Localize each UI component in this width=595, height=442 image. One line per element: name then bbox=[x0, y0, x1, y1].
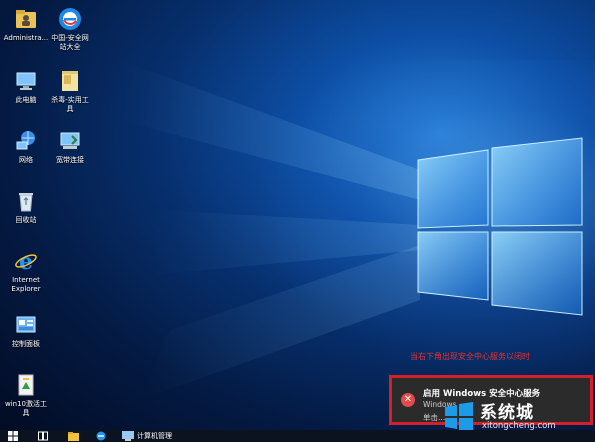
task-view-icon bbox=[38, 431, 48, 441]
desktop-icon-broadband[interactable]: 宽带连接 bbox=[44, 128, 96, 165]
task-view-button[interactable] bbox=[38, 431, 48, 441]
desktop-icon-safety-sites[interactable]: 中国-安全网 站大全 bbox=[44, 6, 96, 52]
desktop-icon-label: 控制面板 bbox=[12, 340, 40, 348]
ie-icon bbox=[96, 431, 106, 441]
desktop-icon-label: Internet Explorer bbox=[11, 276, 41, 293]
svg-text:e: e bbox=[19, 249, 33, 273]
ie-taskbar-button[interactable] bbox=[96, 431, 106, 441]
annotation-text: 当右下角出现安全中心服务以闭时 bbox=[410, 352, 530, 361]
desktop-icon-label: 回收站 bbox=[15, 216, 37, 224]
desktop-icon-recycle-bin[interactable]: 回收站 bbox=[0, 188, 52, 225]
desktop-icon-label: 宽带连接 bbox=[56, 156, 84, 164]
browser-e-icon bbox=[57, 6, 83, 32]
activation-tool-icon bbox=[13, 372, 39, 398]
computer-icon bbox=[13, 68, 39, 94]
start-button[interactable] bbox=[8, 431, 18, 441]
ie-icon: e bbox=[13, 248, 39, 274]
watermark-brand: 系统城 bbox=[480, 403, 534, 423]
watermark-logo-icon bbox=[442, 400, 476, 434]
start-icon bbox=[8, 431, 18, 441]
desktop-icon-antivirus-tools[interactable]: 杀毒-实用工 具 bbox=[44, 68, 96, 114]
file-explorer-button[interactable] bbox=[68, 431, 79, 441]
desktop-icon-control-panel[interactable]: 控制面板 bbox=[0, 312, 52, 349]
network-icon bbox=[13, 128, 39, 154]
recycle-bin-icon bbox=[13, 188, 39, 214]
error-x-icon: ✕ bbox=[401, 393, 415, 407]
user-folder-icon bbox=[13, 6, 39, 32]
desktop-icon-win10-activation[interactable]: win10激活工 具 bbox=[0, 372, 52, 418]
desktop-icon-label: 杀毒-实用工 具 bbox=[51, 96, 89, 113]
taskbar-item-label: 计算机管理 bbox=[137, 432, 172, 440]
file-explorer-icon bbox=[68, 432, 79, 441]
desktop-icon-label: 中国-安全网 站大全 bbox=[51, 34, 89, 51]
folder-icon bbox=[57, 68, 83, 94]
control-panel-icon bbox=[13, 312, 39, 338]
broadband-icon bbox=[57, 128, 83, 154]
desktop-icon-label: win10激活工 具 bbox=[4, 400, 47, 417]
computer-management-icon bbox=[122, 431, 134, 441]
taskbar: 计算机管理 bbox=[0, 430, 595, 442]
computer-management-taskbar-button[interactable]: 计算机管理 bbox=[122, 431, 172, 441]
desktop-icon-internet-explorer[interactable]: e Internet Explorer bbox=[0, 248, 52, 294]
